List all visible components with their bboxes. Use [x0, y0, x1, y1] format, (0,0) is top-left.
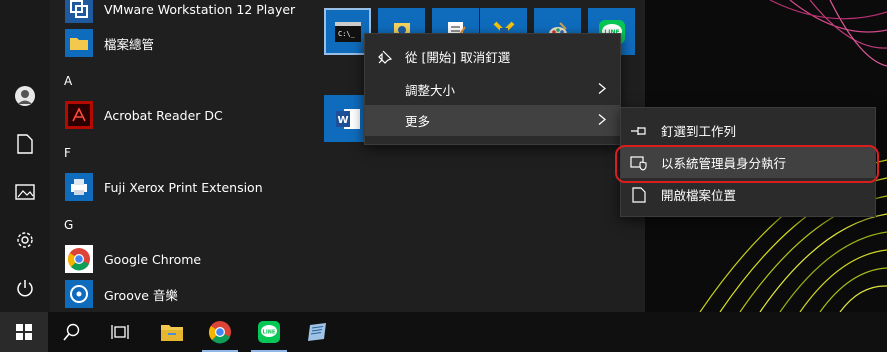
highlight-annotation-ring: [615, 145, 879, 183]
document-icon[interactable]: [13, 132, 37, 156]
app-label: Google Chrome: [104, 251, 202, 267]
app-label: VMware Workstation 12 Player: [104, 1, 296, 17]
menu-item-pin-taskbar[interactable]: 釘選到工作列: [621, 115, 875, 146]
line-icon[interactable]: LINE: [247, 312, 291, 352]
app-label: Groove 音樂: [104, 287, 178, 303]
user-avatar-icon[interactable]: [13, 84, 37, 108]
settings-gear-icon[interactable]: [13, 228, 37, 252]
app-list: VMware Workstation 12 Player 檔案總管 A Acro…: [50, 0, 300, 312]
acrobat-icon: [64, 100, 94, 130]
folder-icon: [64, 28, 94, 58]
svg-text:W: W: [337, 115, 348, 126]
menu-item-label: 調整大小: [405, 83, 456, 98]
menu-item-label: 更多: [405, 114, 431, 129]
command-prompt-icon: C:\_: [334, 21, 361, 42]
menu-item-label: 從 [開始] 取消釘選: [405, 50, 511, 65]
task-view-icon[interactable]: [98, 312, 142, 352]
notepad-icon[interactable]: [296, 312, 340, 352]
windows-start-icon[interactable]: [0, 312, 48, 352]
menu-item-unpin-start[interactable]: 從 [開始] 取消釘選: [365, 41, 620, 72]
pin-taskbar-icon: [629, 125, 649, 137]
app-label: 檔案總管: [104, 36, 155, 52]
svg-text:LINE: LINE: [263, 330, 276, 336]
menu-item-label: 開啟檔案位置: [661, 188, 737, 203]
chevron-right-icon: [598, 82, 607, 97]
file-explorer-icon[interactable]: [150, 312, 194, 352]
section-letter-g[interactable]: G: [64, 218, 73, 232]
word-tile-icon: W: [335, 108, 360, 129]
menu-item-open-file-location[interactable]: 開啟檔案位置: [621, 179, 875, 210]
chrome-icon[interactable]: [198, 312, 242, 352]
unpin-icon: [375, 49, 395, 65]
chrome-icon: [64, 244, 94, 274]
pictures-icon[interactable]: [13, 180, 37, 204]
chevron-right-icon: [598, 113, 607, 128]
section-letter-a[interactable]: A: [64, 74, 72, 88]
app-chrome[interactable]: Google Chrome: [64, 242, 294, 276]
menu-item-resize[interactable]: 調整大小: [365, 74, 620, 105]
app-label: Acrobat Reader DC: [104, 107, 223, 123]
app-acrobat[interactable]: Acrobat Reader DC: [64, 98, 294, 132]
app-label: Fuji Xerox Print Extension: [104, 179, 263, 195]
power-icon[interactable]: [13, 276, 37, 300]
desktop-screen: VMware Workstation 12 Player 檔案總管 A Acro…: [0, 0, 887, 352]
tile-context-menu: 從 [開始] 取消釘選 調整大小 更多: [364, 33, 621, 145]
search-icon[interactable]: [50, 312, 94, 352]
app-file-explorer[interactable]: 檔案總管: [64, 26, 294, 60]
vmware-icon: [64, 0, 94, 24]
taskbar: LINE: [0, 312, 887, 352]
section-letter-f[interactable]: F: [64, 146, 71, 160]
start-rail: [0, 0, 50, 312]
printer-icon: [64, 172, 94, 202]
groove-icon: [64, 279, 94, 309]
app-fuji-xerox[interactable]: Fuji Xerox Print Extension: [64, 170, 294, 204]
app-groove[interactable]: Groove 音樂: [64, 277, 294, 311]
app-vmware[interactable]: VMware Workstation 12 Player: [64, 0, 296, 26]
svg-text:C:\_: C:\_: [338, 30, 356, 38]
menu-item-label: 釘選到工作列: [661, 124, 737, 139]
file-location-icon: [629, 186, 649, 203]
menu-item-more[interactable]: 更多: [365, 105, 620, 136]
